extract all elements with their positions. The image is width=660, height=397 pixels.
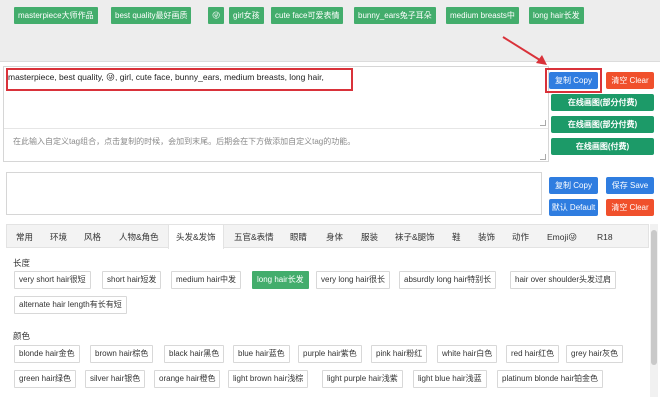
tab-action[interactable]: 动作 <box>512 225 529 249</box>
tag-chip[interactable]: black hair黑色 <box>164 345 225 363</box>
selected-tag[interactable]: 😜 <box>208 7 225 24</box>
tag-chip[interactable]: hair over shoulder头发过肩 <box>510 271 617 289</box>
section-label-length: 长度 <box>13 258 31 268</box>
selected-tag[interactable]: best quality最好画质 <box>111 7 192 24</box>
tab-decoration[interactable]: 装饰 <box>478 225 495 249</box>
tag-chip[interactable]: light brown hair浅棕 <box>228 370 309 388</box>
tag-chip[interactable]: green hair绿色 <box>14 370 77 388</box>
tab-shoes[interactable]: 鞋 <box>452 225 461 249</box>
online-draw-partial-paid-button-2[interactable]: 在线画图(部分付费) <box>551 116 654 133</box>
divider <box>4 128 548 129</box>
category-tabs: 常用 环境 风格 人物&角色 头发&发饰 五官&表情 眼睛 身体 服装 袜子&腿… <box>6 224 649 249</box>
tab-clothing[interactable]: 服装 <box>361 225 378 249</box>
selected-tag[interactable]: long hair长发 <box>529 7 584 24</box>
tab-hair[interactable]: 头发&发饰 <box>168 225 224 249</box>
resize-grip-icon[interactable] <box>540 120 546 126</box>
tab-body[interactable]: 身体 <box>326 225 343 249</box>
tab-socks-legwear[interactable]: 袜子&腿饰 <box>395 225 435 249</box>
tag-chip[interactable]: pink hair粉红 <box>371 345 428 363</box>
selected-tag[interactable]: medium breasts中 <box>446 7 519 24</box>
selected-tag[interactable]: cute face可爱表情 <box>271 7 344 24</box>
tag-chip[interactable]: brown hair棕色 <box>90 345 154 363</box>
resize-grip-icon[interactable] <box>540 154 546 160</box>
tab-face-expression[interactable]: 五官&表情 <box>234 225 274 249</box>
selected-tags-bar: masterpiece大师作品 best quality最好画质 😜 girl女… <box>0 0 660 62</box>
tag-chip[interactable]: platinum blonde hair铂金色 <box>497 370 604 388</box>
tag-chip[interactable]: silver hair银色 <box>85 370 146 388</box>
tab-character[interactable]: 人物&角色 <box>119 225 159 249</box>
copy-button-2[interactable]: 复制 Copy <box>549 177 598 194</box>
clear-button-2[interactable]: 清空 Clear <box>606 199 654 216</box>
tag-chip[interactable]: red hair红色 <box>506 345 560 363</box>
tag-chip[interactable]: blonde hair金色 <box>14 345 80 363</box>
tag-chip[interactable]: short hair短发 <box>102 271 162 289</box>
save-button[interactable]: 保存 Save <box>606 177 654 194</box>
tab-common[interactable]: 常用 <box>16 225 33 249</box>
selected-tag[interactable]: bunny_ears兔子耳朵 <box>354 7 436 24</box>
tag-chip[interactable]: grey hair灰色 <box>566 345 624 363</box>
tag-chip[interactable]: very long hair很长 <box>316 271 391 289</box>
clear-button[interactable]: 清空 Clear <box>606 72 654 89</box>
selected-tag[interactable]: girl女孩 <box>229 7 264 24</box>
custom-tag-textarea[interactable] <box>6 172 542 215</box>
tab-emoji[interactable]: Emoji😜 <box>547 225 577 249</box>
tag-chip[interactable]: alternate hair length有长有短 <box>14 296 127 314</box>
custom-tag-input[interactable]: 在此输入自定义tag组合，点击复制的时候，会加到末尾。后期会在下方做添加自定义t… <box>13 136 355 147</box>
online-draw-partial-paid-button[interactable]: 在线画图(部分付费) <box>551 94 654 111</box>
tag-chip[interactable]: white hair白色 <box>437 345 498 363</box>
tag-chip[interactable]: medium hair中发 <box>171 271 242 289</box>
tag-chip[interactable]: purple hair紫色 <box>298 345 362 363</box>
tab-environment[interactable]: 环境 <box>50 225 67 249</box>
tag-chip[interactable]: absurdly long hair特别长 <box>399 271 497 289</box>
tag-chip[interactable]: very short hair很短 <box>14 271 91 289</box>
prompt-highlight-annotation <box>6 68 353 91</box>
tag-chip-selected[interactable]: long hair长发 <box>252 271 309 289</box>
section-label-color: 颜色 <box>13 331 31 341</box>
copy-button[interactable]: 复制 Copy <box>549 72 598 89</box>
tag-chip[interactable]: orange hair橙色 <box>154 370 221 388</box>
arrow-annotation-icon <box>502 36 547 65</box>
scrollbar-thumb[interactable] <box>651 230 657 365</box>
selected-tag[interactable]: masterpiece大师作品 <box>14 7 98 24</box>
tab-eyes[interactable]: 眼睛 <box>290 225 307 249</box>
tag-chip[interactable]: blue hair蓝色 <box>233 345 290 363</box>
tab-r18[interactable]: R18 <box>597 225 613 249</box>
tag-chip[interactable]: light purple hair浅紫 <box>322 370 403 388</box>
tag-chip[interactable]: light blue hair浅蓝 <box>413 370 487 388</box>
online-draw-paid-button[interactable]: 在线画图(付费) <box>551 138 654 155</box>
tab-style[interactable]: 风格 <box>84 225 101 249</box>
default-button[interactable]: 默认 Default <box>549 199 598 216</box>
